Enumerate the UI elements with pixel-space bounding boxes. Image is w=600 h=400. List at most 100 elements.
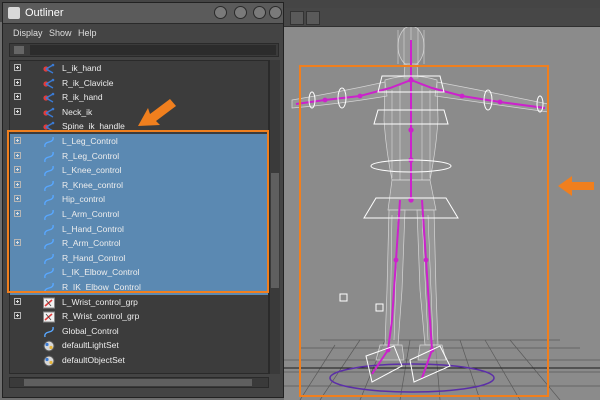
group-icon [42,296,56,309]
list-item[interactable]: R_ik_hand [10,90,268,105]
character-rig-scene [284,25,600,400]
expand-icon[interactable] [14,166,21,174]
list-item-label: L_Leg_Control [62,136,118,146]
list-item-label: defaultObjectSet [62,355,125,365]
expand-icon[interactable] [14,195,21,203]
group-icon [42,310,56,323]
list-item-label: defaultLightSet [62,340,119,351]
vertical-scroll-thumb[interactable] [271,173,279,288]
menu-show[interactable]: Show [49,28,72,38]
list-item[interactable]: L_Arm_Control [10,207,268,222]
horizontal-scroll-thumb[interactable] [24,379,252,386]
expand-icon[interactable] [14,107,21,115]
close-icon[interactable] [269,6,282,19]
list-item-label: Hip_control [62,194,105,205]
share-icon[interactable] [306,11,320,25]
list-item-label: R_Hand_Control [62,252,126,263]
expand-icon[interactable] [14,210,21,217]
nurbs-curve-icon [42,150,56,162]
list-item-label: L_IK_Elbow_Control [62,267,140,278]
nurbs-curve-icon [42,325,56,337]
list-item-label: L_Hand_Control [62,223,124,234]
expand-icon[interactable] [14,312,21,320]
list-item-label: L_ik_hand [62,63,102,73]
outliner-titlebar[interactable]: Outliner [3,3,283,24]
list-item-label: R_Leg_Control [62,150,120,161]
nurbs-curve-icon [42,281,56,294]
nurbs-curve-icon [42,266,56,279]
menu-help[interactable]: Help [78,28,97,38]
list-item[interactable]: L_ik_hand [10,61,268,76]
list-item-label: R_Knee_control [62,179,123,190]
list-item[interactable]: defaultObjectSet [10,353,268,368]
nurbs-curve-icon [42,223,56,235]
list-item-label: L_Arm_Control [62,209,120,219]
horizontal-scrollbar[interactable] [9,377,269,388]
expand-icon[interactable] [14,180,21,188]
outliner-filter [9,43,279,57]
list-item[interactable]: L_Hand_Control [10,221,268,237]
expand-icon[interactable] [14,137,21,144]
expand-icon[interactable] [14,64,21,71]
panel-icon[interactable] [290,11,304,25]
outliner-window: Outliner Display Show Help L_ik_hand R_ik… [2,2,284,398]
list-item[interactable]: R_Hand_Control [10,250,268,266]
menu-display[interactable]: Display [13,28,43,38]
list-item[interactable]: R_ik_Clavicle [10,76,268,91]
list-item-label: R_Arm_Control [62,238,121,249]
nurbs-curve-icon [42,208,56,221]
vertical-scrollbar[interactable] [269,60,280,374]
list-item[interactable]: R_Knee_control [10,177,268,193]
list-item[interactable]: Global_Control [10,324,268,339]
expand-icon[interactable] [14,297,21,305]
list-item[interactable]: L_Knee_control [10,163,268,178]
help-icon[interactable] [214,6,227,19]
list-item[interactable]: Hip_control [10,192,268,207]
list-item-label: R_ik_Clavicle [62,77,114,88]
nurbs-curve-icon [42,135,56,148]
ik-handle-icon [42,120,56,132]
ik-handle-icon [42,91,56,103]
nurbs-curve-icon [42,164,56,177]
list-item-label: L_Wrist_control_grp [62,296,138,307]
nurbs-curve-icon [42,179,56,191]
list-item[interactable]: R_IK_Elbow_Control [10,280,268,295]
list-item-label: R_IK_Elbow_Control [62,282,141,292]
set-icon [42,354,56,367]
list-item-label: R_Wrist_control_grp [62,311,140,322]
r-knee-locator [339,293,348,302]
nurbs-curve-icon [42,193,56,206]
list-item-label: Neck_ik [62,106,93,117]
set-icon [42,339,56,352]
list-item[interactable]: Spine_ik_handle [10,119,268,134]
expand-icon[interactable] [14,78,21,86]
viewport-toolbar [284,8,600,27]
minimize-icon[interactable] [234,6,247,19]
viewport-3d[interactable] [284,22,600,400]
maximize-icon[interactable] [253,6,266,19]
window-title: Outliner [25,7,64,19]
outliner-list[interactable]: L_ik_hand R_ik_Clavicle R_ik_hand Neck_ik Sp… [9,60,269,374]
list-item[interactable]: Neck_ik [10,105,268,120]
list-item[interactable]: L_Wrist_control_grp [10,295,268,310]
nurbs-curve-icon [42,252,56,264]
expand-icon[interactable] [14,151,21,159]
expand-icon[interactable] [14,93,21,101]
list-item[interactable]: R_Leg_Control [10,148,268,164]
list-item[interactable]: R_Wrist_control_grp [10,309,268,324]
list-item[interactable]: L_IK_Elbow_Control [10,265,268,280]
filter-icon [14,46,24,54]
l-knee-locator [375,303,384,312]
filter-input[interactable] [30,45,276,55]
list-item[interactable]: R_Arm_Control [10,236,268,251]
list-item[interactable]: defaultLightSet [10,338,268,353]
ik-handle-icon [42,106,56,118]
expand-icon[interactable] [14,239,21,247]
outliner-app-icon [8,7,20,19]
ik-handle-icon [42,62,56,74]
ik-handle-icon [42,77,56,89]
list-item-label: R_ik_hand [62,92,103,103]
list-item-label: L_Knee_control [62,165,122,176]
list-item[interactable]: L_Leg_Control [10,134,268,149]
list-item-label: Spine_ik_handle [62,121,125,132]
